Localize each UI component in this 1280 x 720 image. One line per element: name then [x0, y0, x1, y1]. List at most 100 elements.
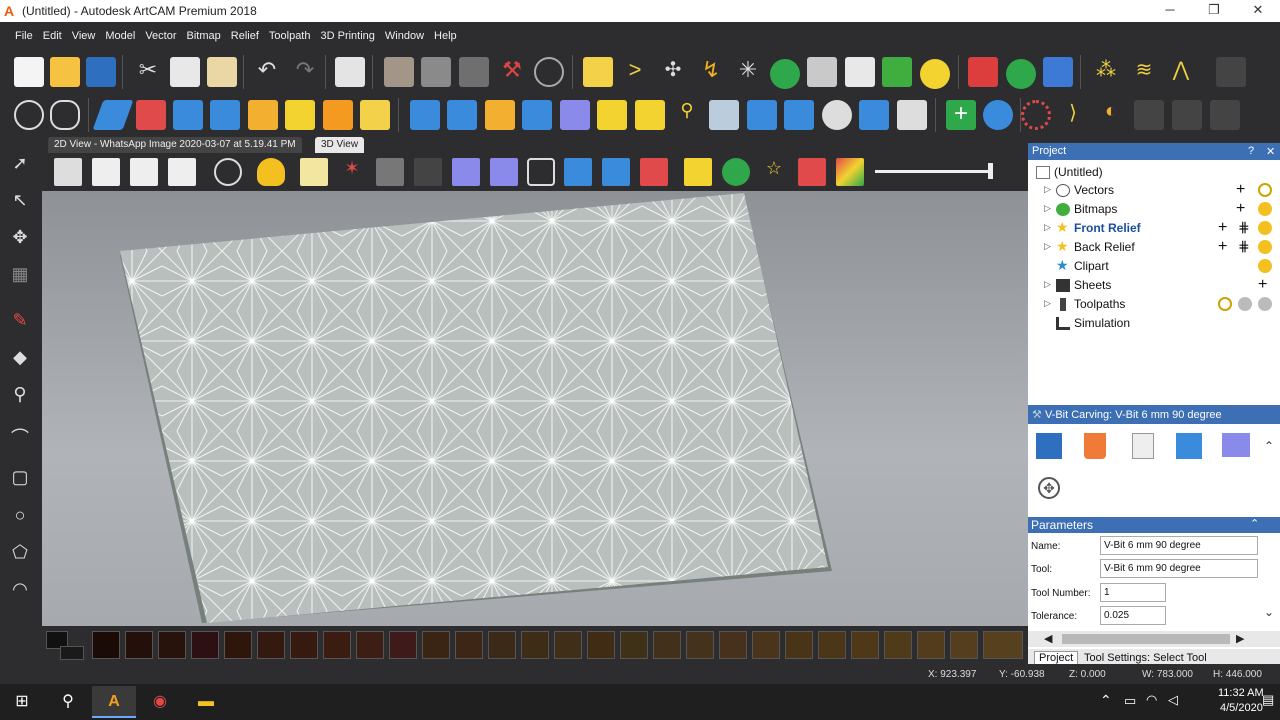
tolerance-field[interactable]: 0.025 [1100, 606, 1166, 625]
menu-window[interactable]: Window [380, 24, 429, 42]
snowflake-icon[interactable]: ✳ [733, 57, 763, 87]
add-bitmap-icon[interactable]: + [1236, 200, 1245, 218]
color-swatch[interactable] [257, 631, 285, 659]
open-folder-icon[interactable] [50, 57, 80, 87]
tree-item-front-relief[interactable]: ▷ ★ Front Relief + ⋕ [1028, 219, 1280, 238]
scroll-down-icon[interactable]: ⌄ [1264, 605, 1274, 619]
expand-arrow-icon[interactable]: ▷ [1044, 241, 1051, 252]
chrome-icon[interactable]: ◉ [138, 686, 182, 718]
move-toolpath-icon[interactable]: ✥ [1038, 477, 1060, 499]
tree-item-back-relief[interactable]: ▷ ★ Back Relief + ⋕ [1028, 238, 1280, 257]
green-disc-icon[interactable] [1006, 59, 1036, 89]
tool-database-icon[interactable] [1222, 433, 1250, 457]
eraser-tool-icon[interactable]: ◆ [7, 344, 33, 370]
transparency-slider-handle[interactable] [988, 163, 993, 179]
zoom-view-icon[interactable] [214, 158, 242, 186]
save-toolpath-icon[interactable] [1036, 433, 1062, 459]
add-sheet-icon[interactable]: + [1258, 276, 1267, 294]
hammer-icon[interactable]: ⚒ [497, 57, 527, 87]
half-icon[interactable]: ◐ [1096, 100, 1126, 130]
magnify-icon[interactable]: ⚲ [7, 381, 33, 407]
green-ball-icon[interactable] [722, 158, 750, 186]
file-explorer-icon[interactable]: ▬ [184, 686, 228, 718]
color-swatch[interactable] [818, 631, 846, 659]
redo-icon[interactable]: ↷ [290, 57, 320, 87]
tray-chevron-icon[interactable]: ⌃ [1100, 692, 1112, 709]
layers-icon[interactable] [807, 57, 837, 87]
help-icon[interactable]: ? [1248, 145, 1254, 157]
red-stack-icon[interactable] [640, 158, 668, 186]
expand-arrow-icon[interactable]: ▷ [1044, 203, 1051, 214]
add-relief-icon[interactable] [410, 100, 440, 130]
stack-icon[interactable] [747, 100, 777, 130]
angle-icon[interactable]: > [620, 57, 650, 87]
color-swatch[interactable] [224, 631, 252, 659]
puzzle-icon[interactable] [376, 158, 404, 186]
visibility-bulb-icon[interactable] [1258, 221, 1272, 235]
smooth-icon[interactable] [709, 100, 739, 130]
flat-shade-icon[interactable] [300, 158, 328, 186]
rectangle-icon[interactable]: ▢ [7, 464, 33, 490]
transform-icon[interactable]: ▦ [7, 261, 33, 287]
color-swatch[interactable] [290, 631, 318, 659]
visibility-bulb-icon[interactable] [1218, 297, 1232, 311]
color-swatch[interactable] [752, 631, 780, 659]
expand-arrow-icon[interactable]: ▷ [1044, 279, 1051, 290]
menu-3d-printing[interactable]: 3D Printing [315, 24, 379, 42]
menu-toolpath[interactable]: Toolpath [264, 24, 316, 42]
new-file-icon[interactable] [14, 57, 44, 87]
menu-help[interactable]: Help [429, 24, 462, 42]
cut-icon[interactable]: ✂ [133, 57, 163, 87]
tree-item-simulation[interactable]: Simulation [1028, 314, 1280, 333]
menu-vector[interactable]: Vector [140, 24, 181, 42]
tool-field[interactable]: V-Bit 6 mm 90 degree [1100, 559, 1258, 578]
yellow-layer-icon[interactable] [597, 100, 627, 130]
battery-icon[interactable]: ▭ [1124, 693, 1136, 709]
blue-stack-icon[interactable] [602, 158, 630, 186]
yellow-shape-icon[interactable] [920, 59, 950, 89]
scrollbar-thumb[interactable] [1062, 634, 1230, 644]
document-icon[interactable] [335, 57, 365, 87]
purple-relief-icon[interactable] [560, 100, 590, 130]
color-swatch[interactable] [686, 631, 714, 659]
horizontal-scrollbar[interactable]: ◀ ▶ [1028, 631, 1280, 647]
iso-view-icon[interactable] [54, 158, 82, 186]
tool-box-icon[interactable] [490, 158, 518, 186]
orange-relief-icon[interactable] [323, 100, 353, 130]
blue-star-icon[interactable] [564, 158, 592, 186]
tree-item-bitmaps[interactable]: ▷ Bitmaps + [1028, 200, 1280, 219]
clock-date[interactable]: 4/5/2020 [1220, 702, 1263, 714]
menu-model[interactable]: Model [100, 24, 140, 42]
subtract-relief-icon[interactable] [447, 100, 477, 130]
tab-3d-view[interactable]: 3D View [315, 137, 365, 153]
panel-close-icon[interactable]: ✕ [1266, 145, 1275, 158]
color-swatch[interactable] [356, 631, 384, 659]
raise-relief-icon[interactable] [522, 100, 552, 130]
side-view-icon[interactable] [130, 158, 158, 186]
light-bulb-icon[interactable] [257, 158, 285, 186]
minimize-button[interactable]: ─ [1150, 2, 1190, 20]
blue-box-icon[interactable] [784, 100, 814, 130]
color-swatch[interactable] [620, 631, 648, 659]
tree-item-sheets[interactable]: ▷ Sheets + [1028, 276, 1280, 295]
grid-icon[interactable] [459, 57, 489, 87]
visibility-bulb-icon[interactable] [1258, 297, 1272, 311]
export-toolpath-icon[interactable] [1176, 433, 1202, 459]
box-shade-icon[interactable] [452, 158, 480, 186]
volume-icon[interactable]: ◁ [1168, 692, 1178, 708]
windows-start-icon[interactable]: ⊞ [0, 686, 44, 718]
gear-red-icon[interactable] [1021, 100, 1051, 130]
color-swatch[interactable] [554, 631, 582, 659]
tool-number-field[interactable]: 1 [1100, 583, 1166, 602]
paste-icon[interactable] [207, 57, 237, 87]
front-view-icon[interactable] [92, 158, 120, 186]
visibility-bulb-icon[interactable] [1258, 183, 1272, 197]
tab-project[interactable]: Project [1034, 651, 1079, 665]
relief-grid-icon[interactable]: ⋕ [1238, 219, 1250, 236]
scroll-up-icon[interactable]: ⌃ [1264, 439, 1274, 453]
tab-tool-settings[interactable]: Tool Settings: Select Tool [1084, 652, 1207, 664]
color-swatch[interactable] [587, 631, 615, 659]
expand-arrow-icon[interactable]: ▷ [1044, 298, 1051, 309]
mirror-icon[interactable]: ⟩ [1058, 100, 1088, 130]
color-swatch[interactable] [92, 631, 120, 659]
